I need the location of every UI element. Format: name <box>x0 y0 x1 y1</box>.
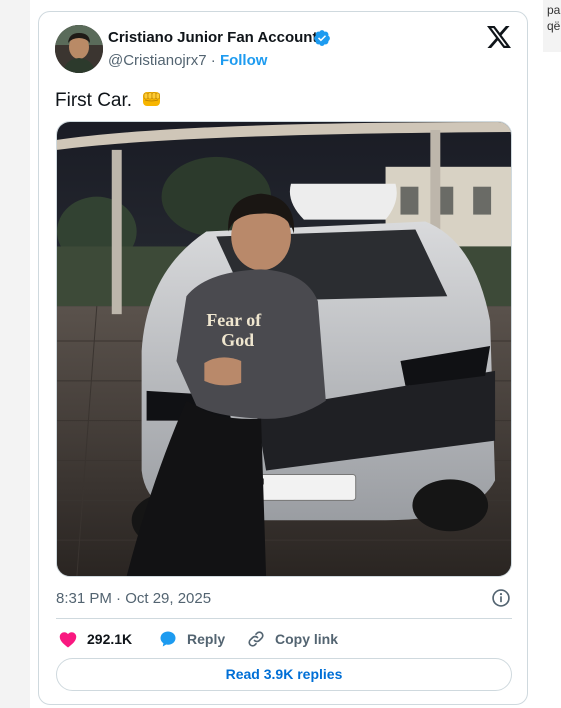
car-photo: DUBAI A Fear of God <box>57 122 511 576</box>
author-avatar[interactable] <box>55 25 103 73</box>
copy-link-button[interactable]: Copy link <box>247 629 338 649</box>
link-icon <box>248 631 264 647</box>
handle-separator: · <box>210 52 216 69</box>
side-text-line-2: që <box>547 19 561 33</box>
author-handle[interactable]: @Cristianojrx7 <box>108 52 207 69</box>
like-button[interactable]: 292.1K <box>59 629 132 649</box>
tweet-text: First Car. <box>55 89 163 112</box>
tweet-text-content: First Car. <box>55 90 133 111</box>
tweet-photo[interactable]: DUBAI A Fear of God <box>56 121 512 577</box>
handle-row: @Cristianojrx7 · Follow <box>108 52 267 69</box>
author-name[interactable]: Cristiano Junior Fan Account <box>108 29 317 46</box>
side-text-snippet: pa që <box>543 0 561 52</box>
heart-icon <box>59 631 77 647</box>
reply-button[interactable]: Reply <box>159 629 225 649</box>
side-text-line-1: pa <box>547 3 561 17</box>
svg-text:Fear of: Fear of <box>206 310 262 330</box>
read-replies-button[interactable]: Read 3.9K replies <box>56 658 512 691</box>
reply-bubble-icon <box>160 631 176 647</box>
x-logo-icon[interactable] <box>487 26 511 48</box>
copy-link-label: Copy link <box>275 631 339 647</box>
reply-label: Reply <box>187 631 226 647</box>
divider <box>56 618 512 619</box>
avatar-photo <box>55 25 103 73</box>
info-icon[interactable] <box>491 588 511 608</box>
oncoming-fist-icon <box>143 92 161 106</box>
follow-link[interactable]: Follow <box>220 52 268 69</box>
verified-badge-icon <box>314 30 330 46</box>
like-count: 292.1K <box>87 631 133 647</box>
side-column: pa që <box>541 0 561 708</box>
page-left-margin <box>0 0 30 708</box>
svg-text:God: God <box>221 330 254 350</box>
tweet-timestamp[interactable]: 8:31 PM · Oct 29, 2025 <box>56 590 211 607</box>
embedded-tweet-card: Cristiano Junior Fan Account @Cristianoj… <box>38 11 528 705</box>
